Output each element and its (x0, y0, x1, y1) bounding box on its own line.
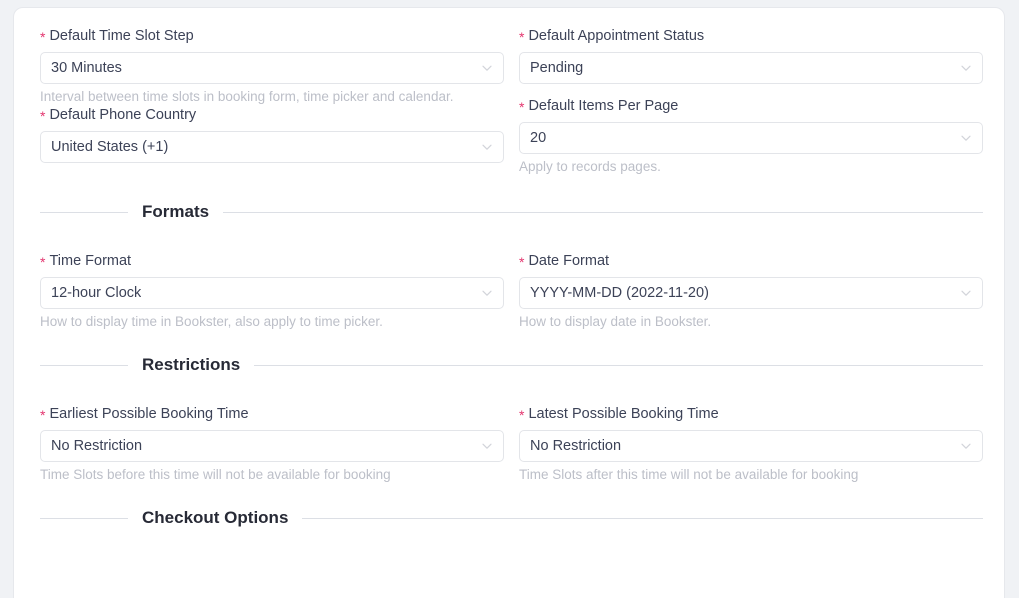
label-text: Time Format (49, 253, 132, 269)
field-default-items-per-page: * Default Items Per Page 20 Apply to reco… (519, 96, 983, 175)
select-default-time-slot-step[interactable]: 30 Minutes (40, 52, 504, 84)
settings-form: * Default Time Slot Step 30 Minutes Inter… (40, 26, 983, 528)
required-asterisk-icon: * (519, 99, 525, 115)
select-value: Pending (530, 60, 584, 76)
field-label-latest-possible-booking-time: * Latest Possible Booking Time (519, 404, 983, 423)
field-default-appointment-status: * Default Appointment Status Pending (519, 26, 983, 84)
select-value: 20 (530, 130, 547, 146)
label-text: Default Items Per Page (528, 98, 679, 114)
form-row: * Earliest Possible Booking Time No Restr… (40, 404, 983, 483)
chevron-down-icon (960, 132, 972, 144)
divider-line-left (40, 211, 128, 213)
field-label-time-format: * Time Format (40, 251, 504, 270)
chevron-down-icon (960, 287, 972, 299)
select-value: 30 Minutes (51, 60, 122, 76)
form-row: * Time Format 12-hour Clock How to displa… (40, 251, 983, 330)
select-date-format[interactable]: YYYY-MM-DD (2022-11-20) (519, 277, 983, 309)
chevron-down-icon (481, 287, 493, 299)
settings-page: * Default Time Slot Step 30 Minutes Inter… (0, 0, 1019, 598)
divider-line-right (223, 211, 983, 213)
required-asterisk-icon: * (40, 407, 46, 423)
section-title-restrictions: Restrictions (142, 355, 241, 374)
chevron-down-icon (481, 141, 493, 153)
divider-line-left (40, 517, 128, 519)
select-value: United States (+1) (51, 139, 169, 155)
field-hint-latest-possible-booking-time: Time Slots after this time will not be a… (519, 467, 859, 482)
field-earliest-possible-booking-time: * Earliest Possible Booking Time No Restr… (40, 404, 504, 483)
form-column-left: * Earliest Possible Booking Time No Restr… (40, 404, 504, 483)
field-label-earliest-possible-booking-time: * Earliest Possible Booking Time (40, 404, 504, 423)
section-title-formats: Formats (142, 202, 210, 221)
required-asterisk-icon: * (40, 29, 46, 45)
form-column-right: * Date Format YYYY-MM-DD (2022-11-20) How… (519, 251, 983, 330)
required-asterisk-icon: * (519, 254, 525, 270)
divider-line-left (40, 364, 128, 366)
select-value: YYYY-MM-DD (2022-11-20) (530, 285, 709, 301)
settings-card: * Default Time Slot Step 30 Minutes Inter… (13, 7, 1005, 598)
form-column-left: * Default Time Slot Step 30 Minutes Inter… (40, 26, 504, 175)
label-text: Date Format (528, 253, 610, 269)
field-date-format: * Date Format YYYY-MM-DD (2022-11-20) How… (519, 251, 983, 330)
field-latest-possible-booking-time: * Latest Possible Booking Time No Restric… (519, 404, 983, 483)
divider-line-right (254, 364, 983, 366)
field-hint-date-format: How to display date in Bookster. (519, 314, 712, 329)
form-column-left: * Time Format 12-hour Clock How to displa… (40, 251, 504, 330)
section-divider-formats: Formats (40, 202, 983, 222)
section-divider-checkout-options: Checkout Options (40, 508, 983, 528)
select-earliest-possible-booking-time[interactable]: No Restriction (40, 430, 504, 462)
field-default-phone-country: * Default Phone Country United States (+1… (40, 105, 504, 163)
field-label-date-format: * Date Format (519, 251, 983, 270)
select-default-appointment-status[interactable]: Pending (519, 52, 983, 84)
required-asterisk-icon: * (519, 407, 525, 423)
field-label-default-time-slot-step: * Default Time Slot Step (40, 26, 504, 45)
required-asterisk-icon: * (40, 254, 46, 270)
field-hint-default-items-per-page: Apply to records pages. (519, 159, 661, 174)
required-asterisk-icon: * (40, 108, 46, 124)
select-value: 12-hour Clock (51, 285, 142, 301)
chevron-down-icon (481, 62, 493, 74)
divider-line-right (302, 517, 983, 519)
field-hint-time-format: How to display time in Bookster, also ap… (40, 314, 383, 329)
form-column-right: * Latest Possible Booking Time No Restric… (519, 404, 983, 483)
select-default-phone-country[interactable]: United States (+1) (40, 131, 504, 163)
select-value: No Restriction (530, 438, 622, 454)
field-label-default-appointment-status: * Default Appointment Status (519, 26, 983, 45)
field-label-default-phone-country: * Default Phone Country (40, 105, 504, 124)
chevron-down-icon (481, 440, 493, 452)
select-latest-possible-booking-time[interactable]: No Restriction (519, 430, 983, 462)
section-title-checkout-options: Checkout Options (142, 508, 289, 527)
field-hint-default-time-slot-step: Interval between time slots in booking f… (40, 89, 454, 104)
label-text: Default Phone Country (49, 107, 197, 123)
select-default-items-per-page[interactable]: 20 (519, 122, 983, 154)
chevron-down-icon (960, 62, 972, 74)
chevron-down-icon (960, 440, 972, 452)
required-asterisk-icon: * (519, 29, 525, 45)
field-hint-earliest-possible-booking-time: Time Slots before this time will not be … (40, 467, 391, 482)
section-divider-restrictions: Restrictions (40, 355, 983, 375)
label-text: Default Appointment Status (528, 28, 705, 44)
label-text: Earliest Possible Booking Time (49, 406, 249, 422)
select-time-format[interactable]: 12-hour Clock (40, 277, 504, 309)
label-text: Default Time Slot Step (49, 28, 194, 44)
label-text: Latest Possible Booking Time (528, 406, 719, 422)
form-column-right: * Default Appointment Status Pending * Def… (519, 26, 983, 175)
field-label-default-items-per-page: * Default Items Per Page (519, 96, 983, 115)
form-row: * Default Time Slot Step 30 Minutes Inter… (40, 26, 983, 175)
select-value: No Restriction (51, 438, 143, 454)
field-time-format: * Time Format 12-hour Clock How to displa… (40, 251, 504, 330)
field-default-time-slot-step: * Default Time Slot Step 30 Minutes Inter… (40, 26, 504, 105)
